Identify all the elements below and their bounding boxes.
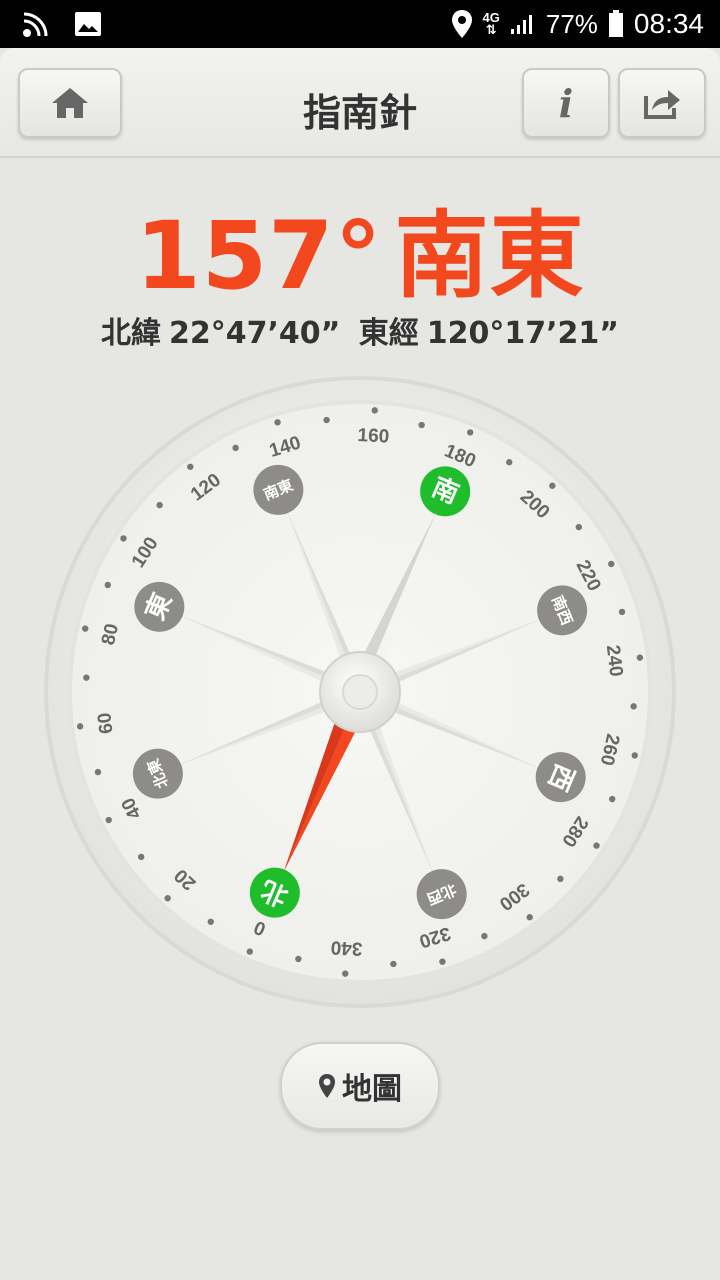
scale-dot [631,752,638,759]
cardinal-badge: 北 [249,867,300,918]
scale-dot [575,523,583,531]
scale-dot [418,421,425,429]
heading-readout: 157° 南東 [0,180,720,316]
wifi-hotspot-icon [23,12,48,37]
latitude-label: 北緯 [100,316,161,351]
scale-dot [274,419,281,426]
scale-dot [105,816,112,824]
scale-label: 60 [94,711,117,735]
cardinal-badge: 南 [420,466,471,517]
scale-dot [439,958,446,965]
longitude-value: 120°17’21” [426,316,620,351]
heading-degrees: 157° [135,202,383,311]
coordinates: 北緯 22°47’40” 東經 120°17’21” [0,308,720,352]
scale-dot [466,429,474,436]
scale-dot [618,608,626,616]
location-pin-icon [319,1074,335,1098]
scale-dot [609,795,616,803]
clock: 08:34 [633,8,704,39]
share-icon [644,90,680,119]
signal-icon [510,15,532,34]
scale-dot [187,463,194,470]
info-icon: i [558,80,574,126]
scale-dot [137,853,145,861]
cardinal-badge: 東 [134,581,185,632]
app-header: 指南針 i [0,48,720,158]
scale-dot [120,535,127,542]
scale-dot [207,918,214,925]
scale-label: 160 [357,425,390,448]
scale-dot [156,501,163,509]
latitude-value: 22°47’40” [168,316,341,351]
scale-dot [323,416,330,424]
scale-dot [295,955,302,963]
battery-percent: 77% [545,8,598,39]
scale-dot [104,581,111,589]
scale-dot [94,768,102,776]
scale-dot [232,444,239,452]
network-type: 4G ⇅ [482,10,500,37]
scale-dot [481,932,488,940]
page-title: 指南針 [302,91,417,135]
scale-dot [82,625,89,632]
scale-dot [630,703,637,710]
scale-dot [83,674,90,681]
scale-dot [557,875,564,883]
compass-dial: 020406080100120140 1601802002202402602803… [44,376,676,1008]
battery-icon [608,10,623,37]
cardinal-badge: 西 [535,752,586,803]
location-icon [451,10,472,38]
scale-dot [342,970,349,977]
scale-dot [549,482,556,489]
info-button[interactable]: i [522,68,610,138]
map-button[interactable]: 地圖 [280,1042,440,1130]
scale-dot [246,948,254,955]
scale-dot [526,914,533,921]
scale-dot [506,459,513,466]
longitude-label: 東經 [358,316,419,351]
scale-dot [390,960,397,968]
scale-dot [164,895,171,902]
map-button-label: 地圖 [342,1072,402,1107]
image-notification-icon [75,12,101,36]
scale-dot [76,723,84,730]
status-bar: 4G ⇅ 77% 08:34 [0,0,720,48]
share-button[interactable] [618,68,706,138]
heading-direction: 南東 [394,202,585,311]
scale-label: 340 [330,936,363,959]
scale-dot [608,560,615,568]
cardinal-badge: 北東 [132,748,183,799]
scale-label: 240 [602,644,627,678]
scale-dot [371,407,378,414]
cardinal-badge: 南東 [253,464,304,515]
cardinal-badge: 北西 [416,869,467,920]
cardinal-badge: 南西 [537,585,588,636]
scale-dot [636,654,644,661]
scale-dot [593,842,600,849]
